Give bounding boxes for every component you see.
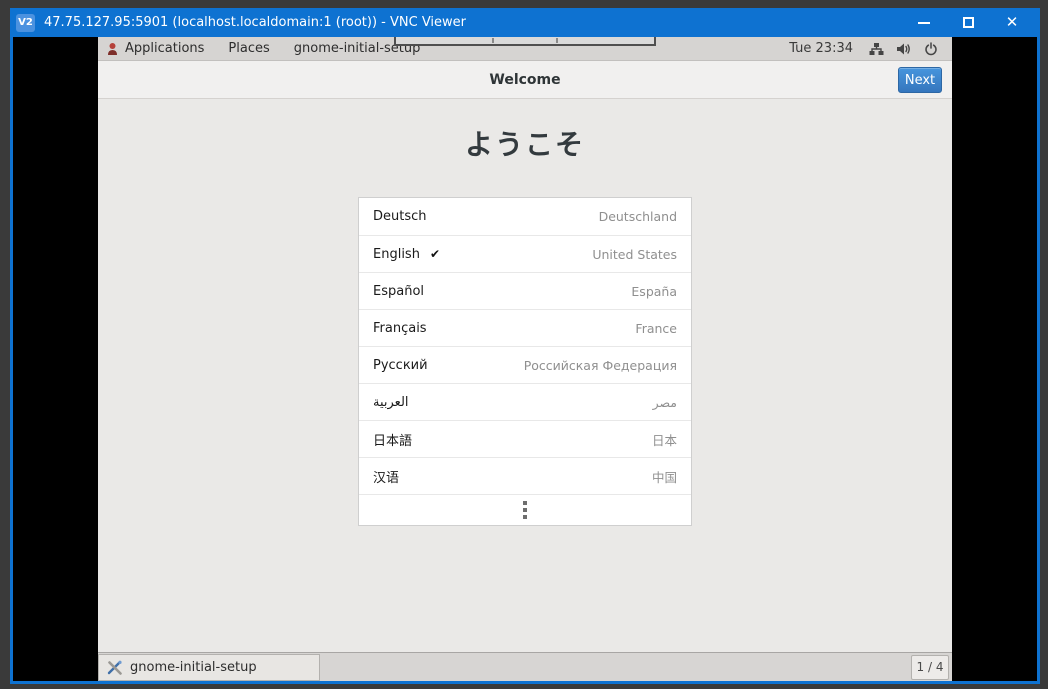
app-tools-icon — [107, 660, 123, 675]
language-name: العربية — [373, 395, 409, 410]
language-region: Российская Федерация — [524, 358, 677, 373]
taskbar-window-label: gnome-initial-setup — [130, 660, 257, 675]
more-icon — [523, 508, 527, 512]
language-row[interactable]: English ✔ United States — [359, 235, 691, 272]
language-row[interactable]: Español ✔ España — [359, 272, 691, 309]
vnc-canvas: Applications Places gnome-initial-setup … — [13, 37, 1037, 681]
workspace-pager[interactable]: 1 / 4 — [911, 655, 949, 680]
maximize-button[interactable] — [946, 8, 990, 37]
page-title: Welcome — [489, 72, 560, 88]
next-button[interactable]: Next — [898, 67, 942, 93]
remote-desktop: Applications Places gnome-initial-setup … — [98, 37, 952, 681]
clock[interactable]: Tue 23:34 — [779, 41, 863, 56]
selected-check-icon: ✔ — [430, 247, 440, 261]
more-languages-button[interactable] — [359, 494, 691, 525]
language-row[interactable]: العربية ✔ مصر — [359, 383, 691, 420]
minimize-icon — [918, 22, 930, 24]
vnc-viewer-window: V2 47.75.127.95:5901 (localhost.localdom… — [10, 8, 1040, 684]
close-icon: ✕ — [1006, 15, 1019, 30]
language-name: 日本語 — [373, 430, 412, 449]
language-region: United States — [592, 247, 677, 262]
setup-headerbar: Welcome Next — [98, 61, 952, 99]
vnc-titlebar[interactable]: V2 47.75.127.95:5901 (localhost.localdom… — [10, 8, 1040, 37]
language-row[interactable]: Deutsch ✔ Deutschland — [359, 198, 691, 235]
setup-content: ようこそ Deutsch ✔ Deutschland English ✔ Uni… — [98, 99, 952, 652]
places-menu[interactable]: Places — [216, 37, 281, 60]
language-region: France — [635, 321, 677, 336]
language-row[interactable]: 汉语 ✔ 中国 — [359, 457, 691, 494]
language-name: English — [373, 247, 420, 262]
language-row[interactable]: 日本語 ✔ 日本 — [359, 420, 691, 457]
applications-menu[interactable]: Applications — [98, 37, 216, 60]
places-label: Places — [228, 41, 269, 56]
language-name: Español — [373, 284, 424, 299]
maximize-icon — [963, 17, 974, 28]
taskbar-window-button[interactable]: gnome-initial-setup — [98, 654, 320, 681]
language-region: 日本 — [652, 430, 677, 449]
vnc-logo-icon: V2 — [16, 14, 35, 32]
language-row[interactable]: Русский ✔ Российская Федерация — [359, 346, 691, 383]
welcome-heading: ようこそ — [98, 123, 952, 163]
applications-label: Applications — [125, 41, 204, 56]
toolbar-tick — [492, 38, 494, 43]
power-icon[interactable] — [923, 41, 938, 56]
volume-icon[interactable] — [896, 41, 911, 56]
language-name: 汉语 — [373, 467, 399, 486]
language-name: Русский — [373, 358, 428, 373]
language-row[interactable]: Français ✔ France — [359, 309, 691, 346]
toolbar-tick — [556, 38, 558, 43]
applications-icon — [106, 42, 119, 56]
language-listbox: Deutsch ✔ Deutschland English ✔ United S… — [358, 197, 692, 526]
language-name: Français — [373, 321, 427, 336]
window-title: 47.75.127.95:5901 (localhost.localdomain… — [44, 15, 902, 30]
language-region: España — [631, 284, 677, 299]
network-icon[interactable] — [869, 41, 884, 56]
taskbar: gnome-initial-setup 1 / 4 — [98, 652, 952, 681]
vnc-toolbar-handle[interactable] — [394, 37, 656, 46]
language-region: 中国 — [652, 467, 677, 486]
language-region: Deutschland — [599, 209, 677, 224]
language-name: Deutsch — [373, 209, 427, 224]
language-region: مصر — [653, 395, 677, 410]
close-button[interactable]: ✕ — [990, 8, 1034, 37]
minimize-button[interactable] — [902, 8, 946, 37]
